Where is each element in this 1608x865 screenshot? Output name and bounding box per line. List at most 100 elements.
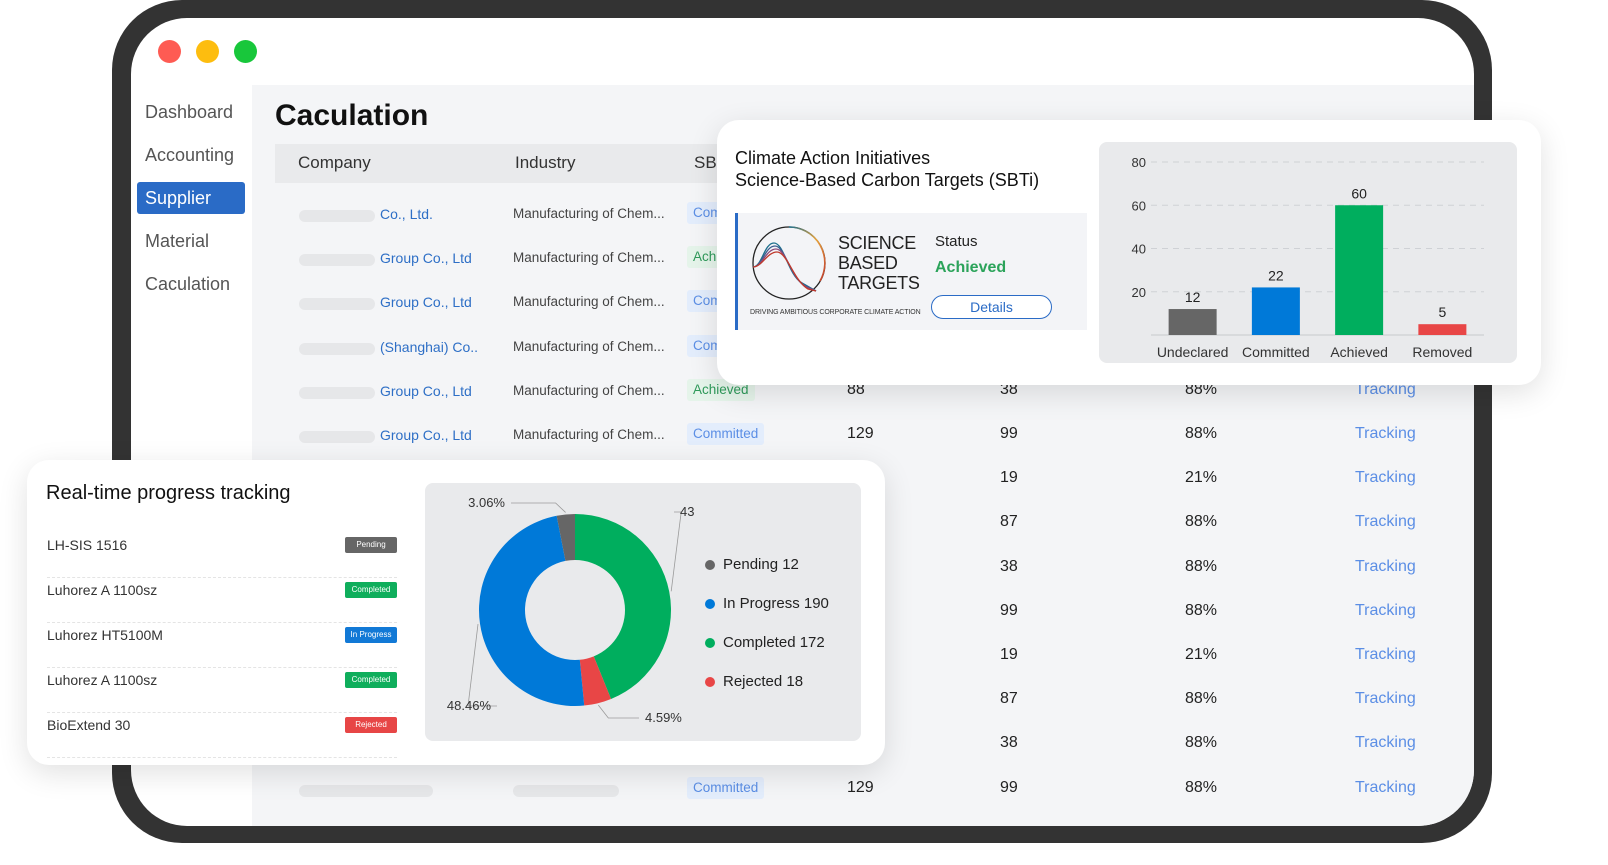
percent-cell: 88% — [1185, 425, 1218, 442]
bar-value-label: 12 — [1185, 289, 1201, 305]
company-link[interactable]: Group Co., Ltd — [380, 383, 472, 399]
material-name: BioExtend 30 — [47, 717, 131, 733]
industry-cell: Manufacturing of Chem... — [513, 338, 665, 354]
percent-cell: 21% — [1185, 646, 1218, 663]
bar — [1168, 309, 1217, 335]
status-tag: Completed — [345, 582, 397, 598]
bar-value-label: 5 — [1438, 304, 1446, 320]
sbti-status-box: SCIENCE BASED TARGETS DRIVING AMBITIOUS … — [735, 213, 1087, 330]
tracking-link[interactable]: Tracking — [1355, 690, 1416, 708]
progress-list-item[interactable]: BioExtend 30 Rejected — [47, 713, 397, 758]
progress-list-item[interactable]: LH-SIS 1516 Pending — [47, 533, 397, 578]
company-name-placeholder — [299, 431, 375, 443]
sidebar-item-caculation[interactable]: Caculation — [137, 268, 245, 300]
sbti-card-title: Climate Action Initiatives Science-Based… — [735, 147, 1039, 191]
company-link[interactable]: (Shanghai) Co.. — [380, 339, 478, 355]
progress-donut-chart: 43.87% 4.59% 48.46% 3.06% Pending 12 In Prog… — [425, 483, 861, 741]
legend-dot-icon — [705, 559, 715, 570]
value-cell: 87 — [1000, 690, 1018, 708]
tracking-link[interactable]: Tracking — [1355, 734, 1416, 752]
legend-dot-icon — [705, 676, 715, 687]
logo-line: SCIENCE — [838, 233, 916, 253]
material-name: Luhorez HT5100M — [47, 627, 163, 643]
sbt-status-badge: Committed — [687, 776, 765, 799]
close-window-button[interactable] — [158, 40, 181, 63]
company-name-placeholder — [299, 386, 375, 399]
sidebar-item-dashboard[interactable]: Dashboard — [137, 96, 245, 128]
percent-cell: 88% — [1185, 601, 1218, 619]
company-name-placeholder — [299, 210, 375, 222]
sidebar-item-material[interactable]: Material — [137, 225, 245, 257]
bar — [1251, 287, 1300, 335]
table-row[interactable]: Group Co., Ltd Manufacturing of Chem... Co… — [275, 422, 1474, 452]
company-name-placeholder — [299, 784, 433, 797]
percent-cell: 88% — [1185, 734, 1218, 752]
company-name-placeholder — [299, 342, 375, 355]
sbt-logo-wordmark: SCIENCE BASED TARGETS — [838, 233, 920, 293]
minimize-window-button[interactable] — [196, 40, 219, 63]
y-tick-label: 60 — [1132, 198, 1146, 213]
column-header-company[interactable]: Company — [298, 153, 371, 173]
value-cell: 19 — [1000, 469, 1018, 487]
donut-legend: Pending 12 In Progress 190 Completed 172 Re… — [705, 545, 829, 701]
tracking-link[interactable]: Tracking — [1355, 602, 1416, 620]
y-tick-label: 20 — [1132, 285, 1146, 300]
progress-list-item[interactable]: Luhorez A 1100sz Completed — [47, 578, 397, 623]
value-cell: 129 — [847, 425, 874, 442]
y-tick-label: 40 — [1132, 242, 1146, 257]
tracking-link[interactable]: Tracking — [1355, 513, 1416, 531]
tracking-link[interactable]: Tracking — [1355, 469, 1416, 487]
logo-line: TARGETS — [838, 273, 920, 293]
value-cell: 38 — [1000, 557, 1018, 575]
legend-item[interactable]: Completed 172 — [705, 623, 829, 662]
donut-chart-svg: 43.87% 4.59% 48.46% 3.06% — [447, 495, 695, 725]
material-name: Luhorez A 1100sz — [47, 582, 158, 598]
sidebar-item-supplier[interactable]: Supplier — [137, 182, 245, 214]
sbti-title-line1: Climate Action Initiatives — [735, 148, 931, 168]
company-link[interactable]: Group Co., Ltd — [380, 294, 472, 310]
bar — [1335, 205, 1384, 335]
value-cell: 99 — [1000, 425, 1018, 442]
legend-dot-icon — [705, 637, 715, 648]
x-tick-label: Committed — [1242, 344, 1310, 360]
sidebar-item-accounting[interactable]: Accounting — [137, 139, 245, 171]
table-row[interactable]: Committed 129 99 88% Tracking — [275, 776, 1474, 806]
company-link[interactable]: Group Co., Ltd — [380, 427, 472, 443]
science-based-targets-logo-icon — [752, 226, 826, 300]
progress-list-item[interactable]: Luhorez HT5100M In Progress — [47, 623, 397, 668]
industry-cell: Manufacturing of Chem... — [513, 427, 665, 442]
sbt-logo-tagline: DRIVING AMBITIOUS CORPORATE CLIMATE ACTI… — [750, 309, 921, 316]
progress-list-item[interactable]: Luhorez A 1100sz Completed — [47, 668, 397, 713]
company-link[interactable]: Co., Ltd. — [380, 206, 433, 222]
legend-label: Pending 12 — [723, 556, 799, 573]
percent-cell: 88% — [1185, 513, 1218, 531]
industry-cell: Manufacturing of Chem... — [513, 250, 665, 266]
x-tick-label: Achieved — [1330, 344, 1388, 360]
y-tick-label: 80 — [1132, 155, 1146, 170]
leader-line — [670, 511, 682, 592]
column-header-industry[interactable]: Industry — [515, 153, 575, 173]
page-title: Caculation — [275, 99, 429, 132]
value-cell: 129 — [847, 778, 874, 796]
industry-cell: Manufacturing of Chem... — [513, 294, 665, 310]
company-link[interactable]: Group Co., Ltd — [380, 250, 472, 266]
tracking-link[interactable]: Tracking — [1355, 646, 1416, 664]
sbti-card: Climate Action Initiatives Science-Based… — [717, 120, 1541, 385]
window-controls — [158, 40, 257, 63]
value-cell: 38 — [1000, 734, 1018, 752]
legend-item[interactable]: Rejected 18 — [705, 662, 829, 701]
tracking-link[interactable]: Tracking — [1355, 425, 1416, 443]
value-cell: 87 — [1000, 513, 1018, 531]
legend-item[interactable]: In Progress 190 — [705, 584, 829, 623]
legend-item[interactable]: Pending 12 — [705, 545, 829, 584]
status-tag: In Progress — [345, 627, 397, 643]
tracking-link[interactable]: Tracking — [1355, 558, 1416, 576]
tracking-link[interactable]: Tracking — [1355, 779, 1416, 797]
x-tick-label: Removed — [1412, 344, 1472, 360]
progress-tracking-card: Real-time progress tracking LH-SIS 1516 P… — [27, 460, 885, 765]
percent-cell: 88% — [1185, 690, 1218, 708]
details-button[interactable]: Details — [931, 295, 1052, 319]
maximize-window-button[interactable] — [234, 40, 257, 63]
slice-percent-label: 43.87% — [680, 504, 695, 519]
leader-line — [511, 502, 566, 513]
